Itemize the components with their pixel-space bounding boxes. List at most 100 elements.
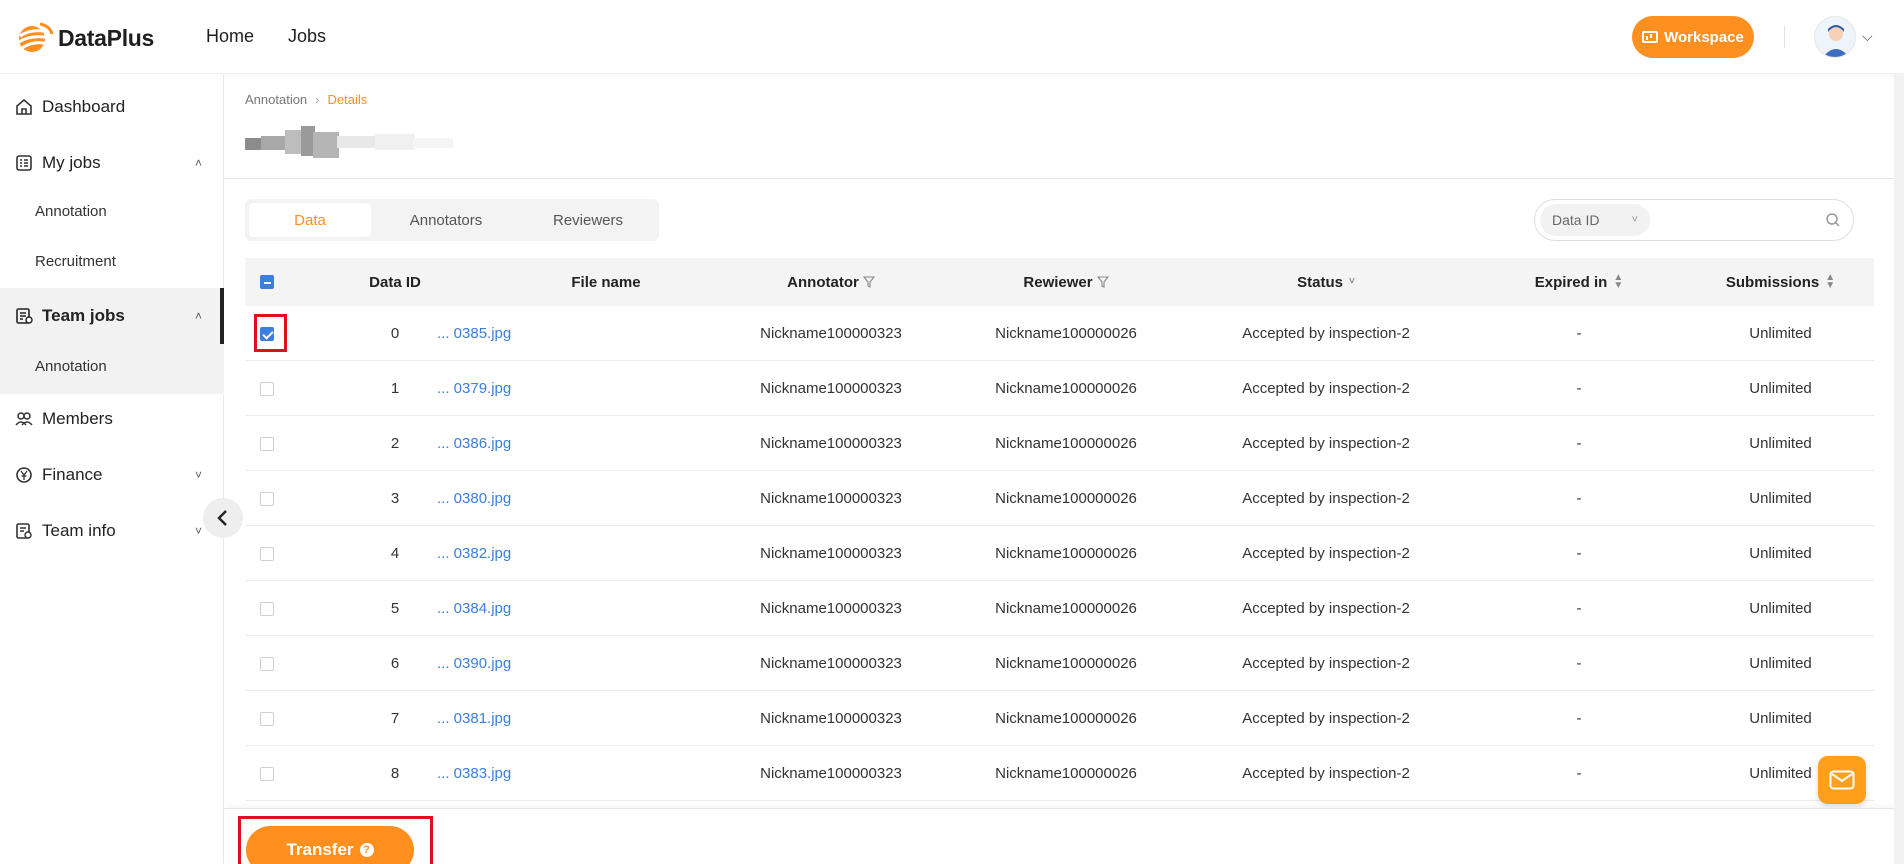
cell-annotator: Nickname100000323: [760, 380, 902, 397]
members-icon: [15, 412, 33, 426]
sidebar-item-recruitment[interactable]: Recruitment: [0, 239, 224, 283]
sidebar-item-my-annotation[interactable]: Annotation: [0, 189, 224, 233]
home-icon: [16, 98, 32, 115]
avatar-chevron-down-icon[interactable]: ⌵: [1862, 28, 1873, 45]
cell-submissions: Unlimited: [1749, 710, 1812, 727]
cell-submissions: Unlimited: [1749, 545, 1812, 562]
cell-file-link[interactable]: ... 0380.jpg: [437, 471, 637, 526]
row-checkbox[interactable]: [260, 381, 274, 396]
cell-status: Accepted by inspection-2: [1242, 490, 1410, 507]
cell-annotator: Nickname100000323: [760, 655, 902, 672]
main-divider: [224, 178, 1904, 179]
tab-data[interactable]: Data: [249, 203, 371, 237]
header-divider: [1784, 26, 1785, 48]
col-label: Status: [1297, 273, 1343, 291]
chevron-down-icon: ˅: [194, 524, 202, 538]
row-checkbox[interactable]: [260, 601, 274, 616]
table-row[interactable]: 3 ... 0380.jpg Nickname100000323 Nicknam…: [245, 471, 1874, 526]
filter-icon[interactable]: [862, 276, 875, 288]
nav-home-link[interactable]: Home: [206, 26, 254, 47]
col-annotator[interactable]: Annotator: [711, 258, 951, 306]
sort-icon[interactable]: ▲ ▼: [1825, 273, 1835, 291]
table-row[interactable]: 4 ... 0382.jpg Nickname100000323 Nicknam…: [245, 526, 1874, 581]
workspace-label: Workspace: [1664, 28, 1744, 46]
sidebar-item-label: Finance: [42, 465, 103, 484]
sidebar-item-team-info[interactable]: Team info ˅: [0, 514, 224, 548]
sidebar-item-my-jobs[interactable]: My jobs ˄: [0, 146, 224, 180]
cell-status: Accepted by inspection-2: [1242, 325, 1410, 342]
col-label: File name: [571, 273, 641, 291]
cell-file-link[interactable]: ... 0386.jpg: [437, 416, 637, 471]
cell-reviewer: Nickname100000026: [995, 380, 1137, 397]
filter-icon[interactable]: [1096, 276, 1109, 288]
cell-reviewer: Nickname100000026: [995, 710, 1137, 727]
cell-file-link[interactable]: ... 0381.jpg: [437, 691, 637, 746]
row-checkbox[interactable]: [260, 656, 274, 671]
col-reviewer[interactable]: Rewiewer: [951, 258, 1181, 306]
brand-name: DataPlus: [58, 24, 155, 51]
chevron-down-icon: ˅: [194, 468, 202, 482]
tab-annotators[interactable]: Annotators: [385, 203, 507, 237]
highlight-box-checkbox: [254, 314, 287, 352]
cell-file-link[interactable]: ... 0384.jpg: [437, 581, 637, 636]
sidebar-item-members[interactable]: Members: [0, 402, 224, 436]
cell-reviewer: Nickname100000026: [995, 325, 1137, 342]
sidebar-item-label: Dashboard: [42, 97, 126, 116]
search-field-select[interactable]: Data ID ˅: [1540, 204, 1650, 236]
team-info-icon: [16, 523, 32, 539]
workspace-button[interactable]: Workspace: [1632, 16, 1754, 58]
row-checkbox[interactable]: [260, 436, 274, 451]
row-checkbox[interactable]: [260, 766, 274, 781]
avatar[interactable]: [1814, 16, 1856, 58]
nav-jobs-link[interactable]: Jobs: [288, 26, 326, 47]
sidebar-item-label: Team info: [42, 521, 116, 540]
col-submissions[interactable]: Submissions ▲ ▼: [1687, 258, 1874, 306]
table-row[interactable]: 5 ... 0384.jpg Nickname100000323 Nicknam…: [245, 581, 1874, 636]
tab-reviewers[interactable]: Reviewers: [527, 203, 649, 237]
mail-icon: [1829, 770, 1855, 790]
logo[interactable]: DataPlus: [14, 22, 154, 54]
sidebar-item-team-annotation[interactable]: Annotation: [0, 344, 224, 388]
page-scrollbar[interactable]: [1894, 74, 1904, 864]
table-row[interactable]: 7 ... 0381.jpg Nickname100000323 Nicknam…: [245, 691, 1874, 746]
breadcrumb-parent[interactable]: Annotation: [245, 92, 307, 107]
cell-expired: -: [1576, 600, 1582, 617]
cell-status: Accepted by inspection-2: [1242, 710, 1410, 727]
search-input[interactable]: [1657, 206, 1817, 234]
cell-reviewer: Nickname100000026: [995, 600, 1137, 617]
sort-icon[interactable]: ▲ ▼: [1613, 273, 1623, 291]
cell-status: Accepted by inspection-2: [1242, 600, 1410, 617]
cell-file-link[interactable]: ... 0390.jpg: [437, 636, 637, 691]
sidebar-item-label: Team jobs: [42, 306, 125, 325]
table-row[interactable]: 1 ... 0379.jpg Nickname100000323 Nicknam…: [245, 361, 1874, 416]
cell-file-link[interactable]: ... 0383.jpg: [437, 746, 637, 801]
row-checkbox[interactable]: [260, 491, 274, 506]
cell-status: Accepted by inspection-2: [1242, 380, 1410, 397]
col-expired-in[interactable]: Expired in ▲ ▼: [1471, 258, 1687, 306]
row-checkbox[interactable]: [260, 711, 274, 726]
sidebar-collapse-button[interactable]: [203, 498, 243, 538]
chevron-down-icon[interactable]: ˅: [1349, 277, 1355, 287]
sidebar-item-finance[interactable]: Finance ˅: [0, 458, 224, 492]
breadcrumb: Annotation › Details: [245, 92, 367, 107]
cell-file-link[interactable]: ... 0379.jpg: [437, 361, 637, 416]
row-checkbox[interactable]: [260, 546, 274, 561]
cell-file-link[interactable]: ... 0385.jpg: [437, 306, 637, 361]
message-button[interactable]: [1818, 756, 1866, 804]
cell-file-link[interactable]: ... 0382.jpg: [437, 526, 637, 581]
table-row[interactable]: 2 ... 0386.jpg Nickname100000323 Nicknam…: [245, 416, 1874, 471]
table-row[interactable]: 6 ... 0390.jpg Nickname100000323 Nicknam…: [245, 636, 1874, 691]
search-icon[interactable]: [1825, 212, 1841, 228]
sidebar-item-label: Recruitment: [35, 252, 116, 270]
col-status[interactable]: Status ˅: [1181, 258, 1471, 306]
select-all-checkbox[interactable]: [260, 275, 274, 289]
sidebar-item-dashboard[interactable]: Dashboard: [0, 90, 224, 124]
table-row[interactable]: 8 ... 0383.jpg Nickname100000323 Nicknam…: [245, 746, 1874, 801]
jobs-list-icon: [16, 155, 32, 171]
col-label: Rewiewer: [1023, 273, 1093, 291]
sidebar-item-team-jobs[interactable]: Team jobs ˄: [0, 299, 224, 333]
cell-expired: -: [1576, 325, 1582, 342]
cell-expired: -: [1576, 490, 1582, 507]
top-bar: DataPlus Home Jobs Workspace ⌵: [0, 0, 1904, 74]
table-row[interactable]: 0 ... 0385.jpg Nickname100000323 Nicknam…: [245, 306, 1874, 361]
